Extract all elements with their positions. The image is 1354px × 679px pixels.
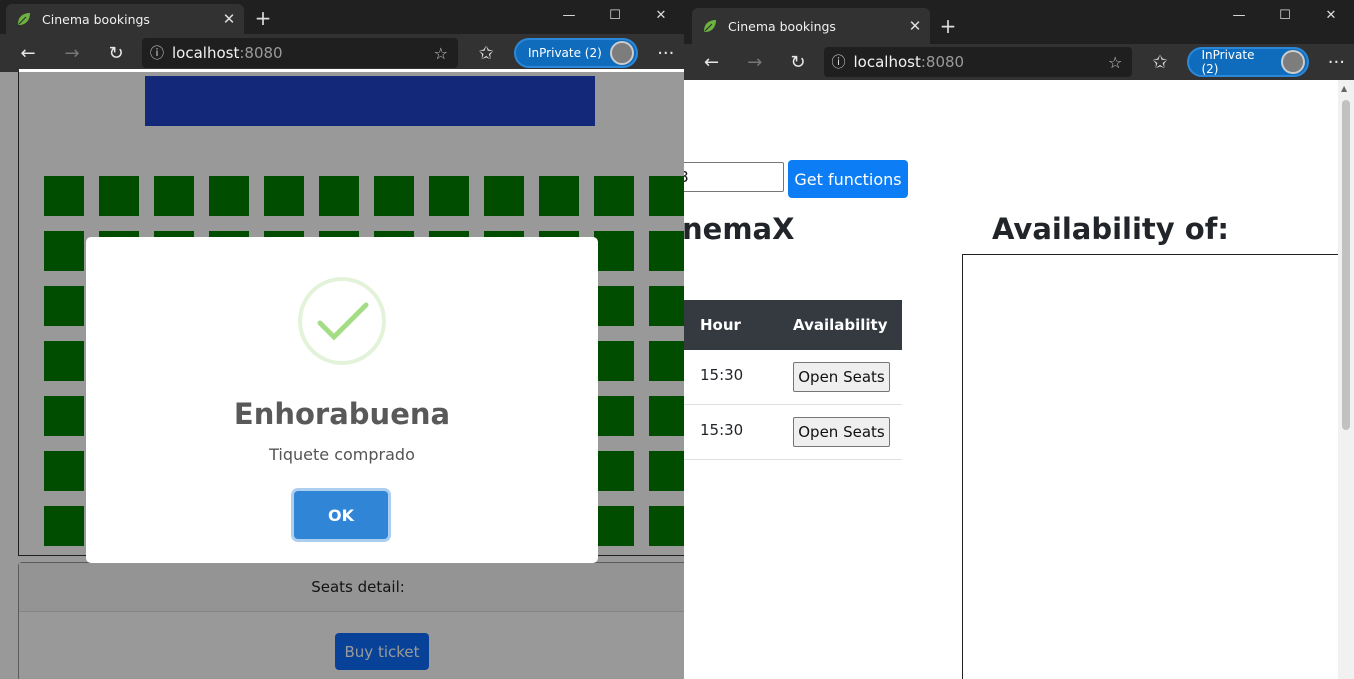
- maximize-icon[interactable]: ☐: [592, 0, 638, 30]
- browser-window-left: Cinema bookings ✕ + — ☐ ✕ ← → ↻ ⓘ localh…: [0, 0, 684, 679]
- dialog-title: Enhorabuena: [233, 397, 451, 431]
- close-tab-icon[interactable]: ✕: [218, 10, 240, 28]
- scroll-up-icon[interactable]: ▲: [1341, 84, 1347, 93]
- open-seats-button[interactable]: Open Seats: [793, 417, 890, 447]
- close-tab-icon[interactable]: ✕: [904, 17, 926, 35]
- more-menu-icon[interactable]: ···: [648, 43, 684, 64]
- inprivate-label: InPrivate (2): [528, 46, 602, 60]
- functions-page: 8 Get functions nemaX Availability of: H…: [684, 80, 1354, 679]
- tab-title: Cinema bookings: [728, 18, 836, 34]
- inprivate-label: InPrivate (2): [1201, 48, 1255, 76]
- window-controls: — ☐ ✕: [1216, 0, 1354, 30]
- vertical-scrollbar[interactable]: ▲: [1338, 80, 1354, 679]
- address-bar[interactable]: ⓘ localhost:8080 ☆: [823, 47, 1133, 77]
- spring-leaf-icon: [18, 13, 30, 25]
- minimize-icon[interactable]: —: [546, 0, 592, 30]
- site-info-icon[interactable]: ⓘ: [142, 43, 172, 63]
- favorite-star-icon[interactable]: ☆: [434, 44, 448, 63]
- address-port: :8080: [239, 44, 283, 62]
- availability-canvas: [962, 254, 1354, 679]
- checkmark-icon: [317, 302, 369, 341]
- more-menu-icon[interactable]: ···: [1319, 52, 1354, 73]
- back-icon[interactable]: ←: [694, 46, 729, 78]
- tab-title: Cinema bookings: [42, 11, 150, 27]
- row-hour: 15:30: [700, 366, 744, 384]
- address-host: localhost: [172, 44, 240, 62]
- favorites-icon[interactable]: ✩: [468, 37, 504, 69]
- scrollbar-thumb[interactable]: [1342, 100, 1350, 430]
- availability-heading: Availability of:: [992, 212, 1229, 246]
- forward-icon[interactable]: →: [737, 46, 772, 78]
- refresh-icon[interactable]: ↻: [780, 46, 815, 78]
- inprivate-badge[interactable]: InPrivate (2): [1187, 47, 1309, 77]
- minimize-icon[interactable]: —: [1216, 0, 1262, 30]
- avatar: [609, 41, 634, 65]
- browser-window-right: Cinema bookings ✕ + — ☐ ✕ ← → ↻ ⓘ localh…: [684, 0, 1354, 679]
- avatar: [1281, 50, 1305, 74]
- get-functions-button[interactable]: Get functions: [788, 160, 908, 198]
- favorite-star-icon[interactable]: ☆: [1108, 53, 1122, 72]
- cinema-search-input[interactable]: 8: [684, 162, 784, 192]
- refresh-icon[interactable]: ↻: [98, 37, 134, 69]
- tab-strip: Cinema bookings ✕ + — ☐ ✕: [0, 0, 684, 34]
- dialog-message: Tiquete comprado: [269, 445, 415, 464]
- table-row: 15:30 Open Seats: [684, 350, 902, 405]
- window-controls: — ☐ ✕: [546, 0, 684, 30]
- table-row: 15:30 Open Seats: [684, 405, 902, 460]
- browser-toolbar: ← → ↻ ⓘ localhost:8080 ☆ ✩ InPrivate (2)…: [684, 44, 1354, 80]
- close-window-icon[interactable]: ✕: [638, 0, 684, 30]
- browser-tab[interactable]: Cinema bookings ✕: [6, 4, 244, 34]
- functions-table: Hour Availability 15:30 Open Seats 15:30…: [684, 300, 902, 460]
- site-info-icon[interactable]: ⓘ: [824, 52, 854, 72]
- inprivate-badge[interactable]: InPrivate (2): [514, 38, 638, 68]
- browser-toolbar: ← → ↻ ⓘ localhost:8080 ☆ ✩ InPrivate (2)…: [0, 34, 684, 72]
- column-header-hour: Hour: [700, 316, 741, 334]
- spring-leaf-icon: [704, 20, 716, 32]
- maximize-icon[interactable]: ☐: [1262, 0, 1308, 30]
- success-check-icon: [298, 277, 386, 365]
- cinema-heading: nemaX: [684, 212, 795, 246]
- column-header-availability: Availability: [793, 316, 888, 334]
- forward-icon[interactable]: →: [54, 37, 90, 69]
- table-header: Hour Availability: [684, 300, 902, 350]
- row-hour: 15:30: [700, 421, 744, 439]
- close-window-icon[interactable]: ✕: [1308, 0, 1354, 30]
- new-tab-icon[interactable]: +: [251, 6, 275, 30]
- address-bar[interactable]: ⓘ localhost:8080 ☆: [142, 38, 458, 68]
- back-icon[interactable]: ←: [10, 37, 46, 69]
- ok-button[interactable]: OK: [294, 491, 388, 539]
- address-port: :8080: [920, 53, 965, 71]
- success-dialog: Enhorabuena Tiquete comprado OK: [86, 237, 598, 563]
- new-tab-icon[interactable]: +: [936, 14, 960, 38]
- tab-strip: Cinema bookings ✕ + — ☐ ✕: [684, 0, 1354, 44]
- address-host: localhost: [853, 53, 921, 71]
- open-seats-button[interactable]: Open Seats: [793, 362, 890, 392]
- favorites-icon[interactable]: ✩: [1142, 46, 1177, 78]
- browser-tab[interactable]: Cinema bookings ✕: [692, 8, 930, 44]
